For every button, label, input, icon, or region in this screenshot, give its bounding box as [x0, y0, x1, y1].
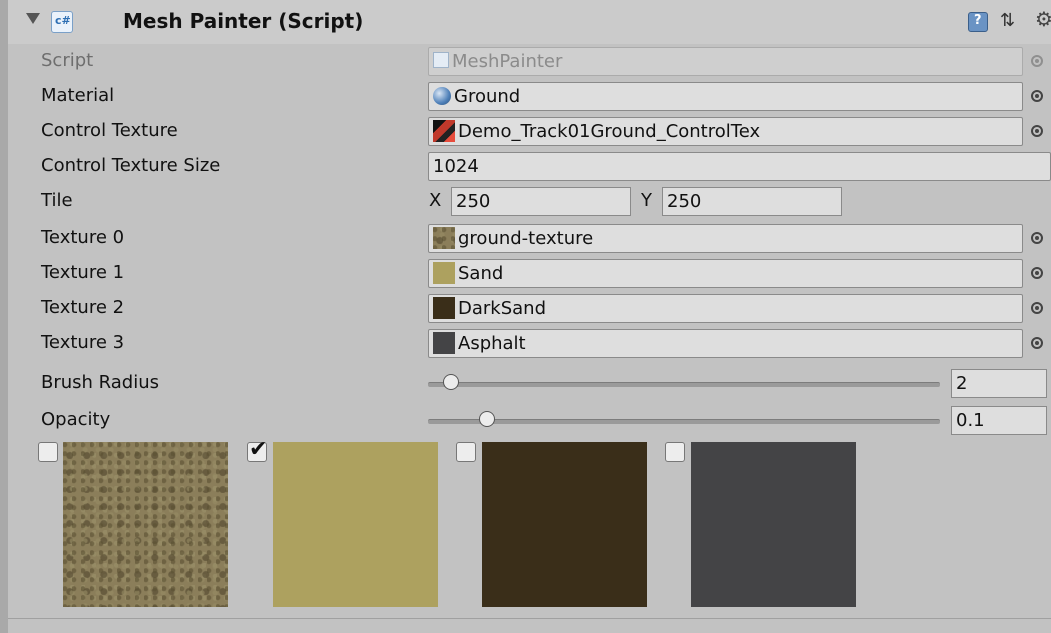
- texture-1-checkbox[interactable]: ✔: [247, 437, 267, 462]
- opacity-input[interactable]: 0.1: [951, 406, 1047, 435]
- material-label: Material: [41, 85, 115, 106]
- opacity-row: Opacity 0.1: [8, 403, 1051, 438]
- gear-icon[interactable]: ⚙: [1035, 7, 1051, 31]
- foldout-arrow-icon[interactable]: [26, 13, 40, 24]
- brush-radius-slider-thumb[interactable]: [443, 374, 460, 390]
- texture-selector: ✔: [8, 437, 1051, 618]
- texture-3-swatch[interactable]: [691, 442, 856, 607]
- script-value: MeshPainter: [452, 51, 563, 72]
- control-texture-label: Control Texture: [41, 120, 178, 141]
- brush-radius-slider-track[interactable]: [428, 382, 940, 387]
- script-file-icon: [433, 52, 449, 68]
- script-label: Script: [41, 50, 94, 71]
- tile-row: Tile X 250 Y 250: [8, 184, 1051, 219]
- object-picker-icon[interactable]: [1031, 90, 1043, 102]
- object-picker-icon: [1031, 55, 1043, 67]
- control-texture-value: Demo_Track01Ground_ControlTex: [458, 121, 761, 142]
- texture-3-value: Asphalt: [458, 333, 526, 354]
- tile-y-input[interactable]: 250: [662, 187, 842, 216]
- opacity-label: Opacity: [41, 409, 111, 430]
- control-texture-field[interactable]: Demo_Track01Ground_ControlTex: [428, 117, 1023, 146]
- opacity-slider-track[interactable]: [428, 419, 940, 424]
- tile-label: Tile: [41, 190, 73, 211]
- texture-3-label: Texture 3: [41, 332, 125, 353]
- texture-1-value: Sand: [458, 263, 504, 284]
- texture-0-checkbox[interactable]: [38, 442, 58, 462]
- texture-0-field[interactable]: ground-texture: [428, 224, 1023, 253]
- object-picker-icon[interactable]: [1031, 125, 1043, 137]
- material-field[interactable]: Ground: [428, 82, 1023, 111]
- opacity-slider-thumb[interactable]: [479, 411, 496, 427]
- texture-2-value: DarkSand: [458, 298, 547, 319]
- inspector-component-panel: c# Mesh Painter (Script) ⇅ ⚙ Script Mesh…: [0, 0, 1051, 633]
- tile-x-label[interactable]: X: [429, 190, 441, 211]
- texture-1-thumbnail-icon: [433, 262, 455, 284]
- checkmark-icon: ✔: [249, 437, 268, 462]
- control-texture-row: Control Texture Demo_Track01Ground_Contr…: [8, 114, 1051, 149]
- texture-1-label: Texture 1: [41, 262, 125, 283]
- texture-2-field[interactable]: DarkSand: [428, 294, 1023, 323]
- texture-0-swatch[interactable]: [63, 442, 228, 607]
- component-header[interactable]: c# Mesh Painter (Script) ⇅ ⚙: [8, 0, 1051, 44]
- texture-2-checkbox[interactable]: [456, 442, 476, 462]
- texture-0-row: Texture 0 ground-texture: [8, 221, 1051, 256]
- texture-3-thumbnail-icon: [433, 332, 455, 354]
- texture-3-field[interactable]: Asphalt: [428, 329, 1023, 358]
- texture-3-row: Texture 3 Asphalt: [8, 326, 1051, 361]
- control-texture-size-input[interactable]: 1024: [428, 152, 1051, 181]
- texture-1-field[interactable]: Sand: [428, 259, 1023, 288]
- texture-1-row: Texture 1 Sand: [8, 256, 1051, 291]
- control-texture-size-label: Control Texture Size: [41, 155, 221, 176]
- texture-3-checkbox[interactable]: [665, 442, 685, 462]
- object-picker-icon[interactable]: [1031, 302, 1043, 314]
- brush-radius-row: Brush Radius 2: [8, 366, 1051, 401]
- object-picker-icon[interactable]: [1031, 232, 1043, 244]
- texture-2-swatch[interactable]: [482, 442, 647, 607]
- object-picker-icon[interactable]: [1031, 337, 1043, 349]
- material-sphere-icon: [433, 87, 451, 105]
- texture-2-thumbnail-icon: [433, 297, 455, 319]
- texture-0-thumbnail-icon: [433, 227, 455, 249]
- texture-1-swatch[interactable]: [273, 442, 438, 607]
- csharp-script-icon: c#: [51, 11, 73, 33]
- texture-2-label: Texture 2: [41, 297, 125, 318]
- texture-2-row: Texture 2 DarkSand: [8, 291, 1051, 326]
- material-row: Material Ground: [8, 79, 1051, 114]
- control-texture-thumbnail-icon: [433, 120, 455, 142]
- script-icon-label: c#: [55, 14, 71, 27]
- help-icon[interactable]: [968, 12, 988, 32]
- control-texture-size-row: Control Texture Size 1024: [8, 149, 1051, 184]
- material-value: Ground: [454, 86, 521, 107]
- panel-divider: [8, 618, 1051, 619]
- script-field: MeshPainter: [428, 47, 1023, 76]
- tile-y-label[interactable]: Y: [641, 190, 652, 211]
- brush-radius-input[interactable]: 2: [951, 369, 1047, 398]
- tile-x-input[interactable]: 250: [451, 187, 631, 216]
- brush-radius-label: Brush Radius: [41, 372, 160, 393]
- object-picker-icon[interactable]: [1031, 267, 1043, 279]
- preset-icon[interactable]: ⇅: [1000, 10, 1015, 31]
- texture-0-value: ground-texture: [458, 228, 594, 249]
- script-row: Script MeshPainter: [8, 44, 1051, 79]
- inspector-left-edge: [0, 0, 8, 633]
- component-title: Mesh Painter (Script): [123, 9, 364, 33]
- texture-0-label: Texture 0: [41, 227, 125, 248]
